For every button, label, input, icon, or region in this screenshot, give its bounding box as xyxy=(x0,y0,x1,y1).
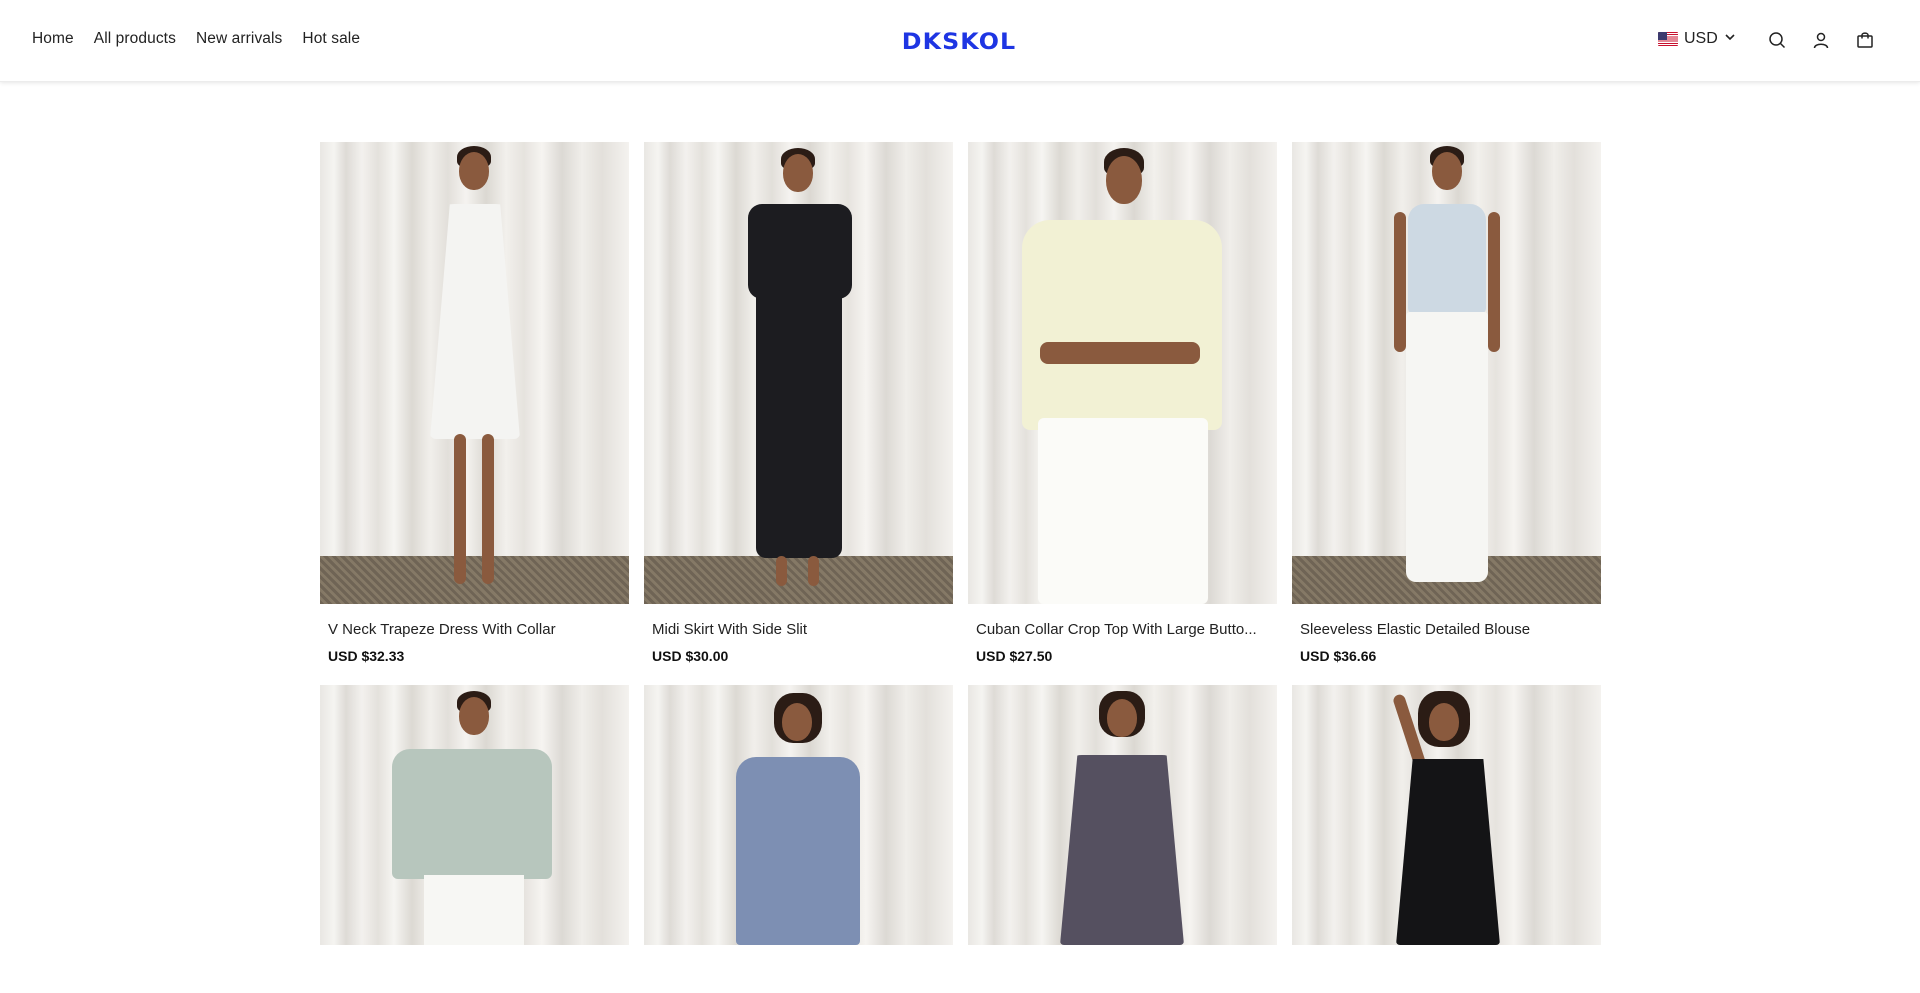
brand-logo[interactable]: DKSKOL xyxy=(896,31,1021,55)
header-actions xyxy=(1767,30,1875,50)
currency-selector[interactable]: USD xyxy=(1658,30,1736,48)
product-card[interactable]: Cuban Collar Crop Top With Large Butto..… xyxy=(968,142,1277,664)
product-title[interactable]: Cuban Collar Crop Top With Large Butto..… xyxy=(968,621,1269,638)
site-header: Home All products New arrivals Hot sale … xyxy=(0,0,1920,82)
product-card[interactable] xyxy=(1292,685,1601,945)
product-image[interactable] xyxy=(644,685,953,945)
product-card[interactable]: V Neck Trapeze Dress With Collar USD $32… xyxy=(320,142,629,664)
product-price: USD $32.33 xyxy=(328,648,405,664)
main-nav: Home All products New arrivals Hot sale xyxy=(32,30,360,48)
product-image[interactable] xyxy=(1292,142,1601,604)
product-card[interactable]: Sleeveless Elastic Detailed Blouse USD $… xyxy=(1292,142,1601,664)
currency-code: USD xyxy=(1684,30,1718,47)
product-image[interactable] xyxy=(968,142,1277,604)
nav-new-arrivals[interactable]: New arrivals xyxy=(196,30,282,48)
product-card[interactable] xyxy=(968,685,1277,945)
nav-hot-sale[interactable]: Hot sale xyxy=(302,30,360,48)
us-flag-icon xyxy=(1658,32,1678,46)
product-price: USD $30.00 xyxy=(652,648,729,664)
product-image[interactable] xyxy=(968,685,1277,945)
product-price: USD $27.50 xyxy=(976,648,1053,664)
product-card[interactable]: Midi Skirt With Side Slit USD $30.00 xyxy=(644,142,953,664)
product-card[interactable] xyxy=(320,685,629,945)
chevron-down-icon xyxy=(1724,30,1736,48)
cart-icon[interactable] xyxy=(1855,30,1875,50)
account-icon[interactable] xyxy=(1811,30,1831,50)
product-image[interactable] xyxy=(1292,685,1601,945)
product-title[interactable]: Sleeveless Elastic Detailed Blouse xyxy=(1292,621,1593,638)
product-image[interactable] xyxy=(320,685,629,945)
nav-all-products[interactable]: All products xyxy=(94,30,176,48)
search-icon[interactable] xyxy=(1767,30,1787,50)
product-title[interactable]: Midi Skirt With Side Slit xyxy=(644,621,945,638)
product-title[interactable]: V Neck Trapeze Dress With Collar xyxy=(320,621,621,638)
product-card[interactable] xyxy=(644,685,953,945)
product-image[interactable] xyxy=(320,142,629,604)
nav-home[interactable]: Home xyxy=(32,30,74,48)
product-price: USD $36.66 xyxy=(1300,648,1377,664)
product-image[interactable] xyxy=(644,142,953,604)
